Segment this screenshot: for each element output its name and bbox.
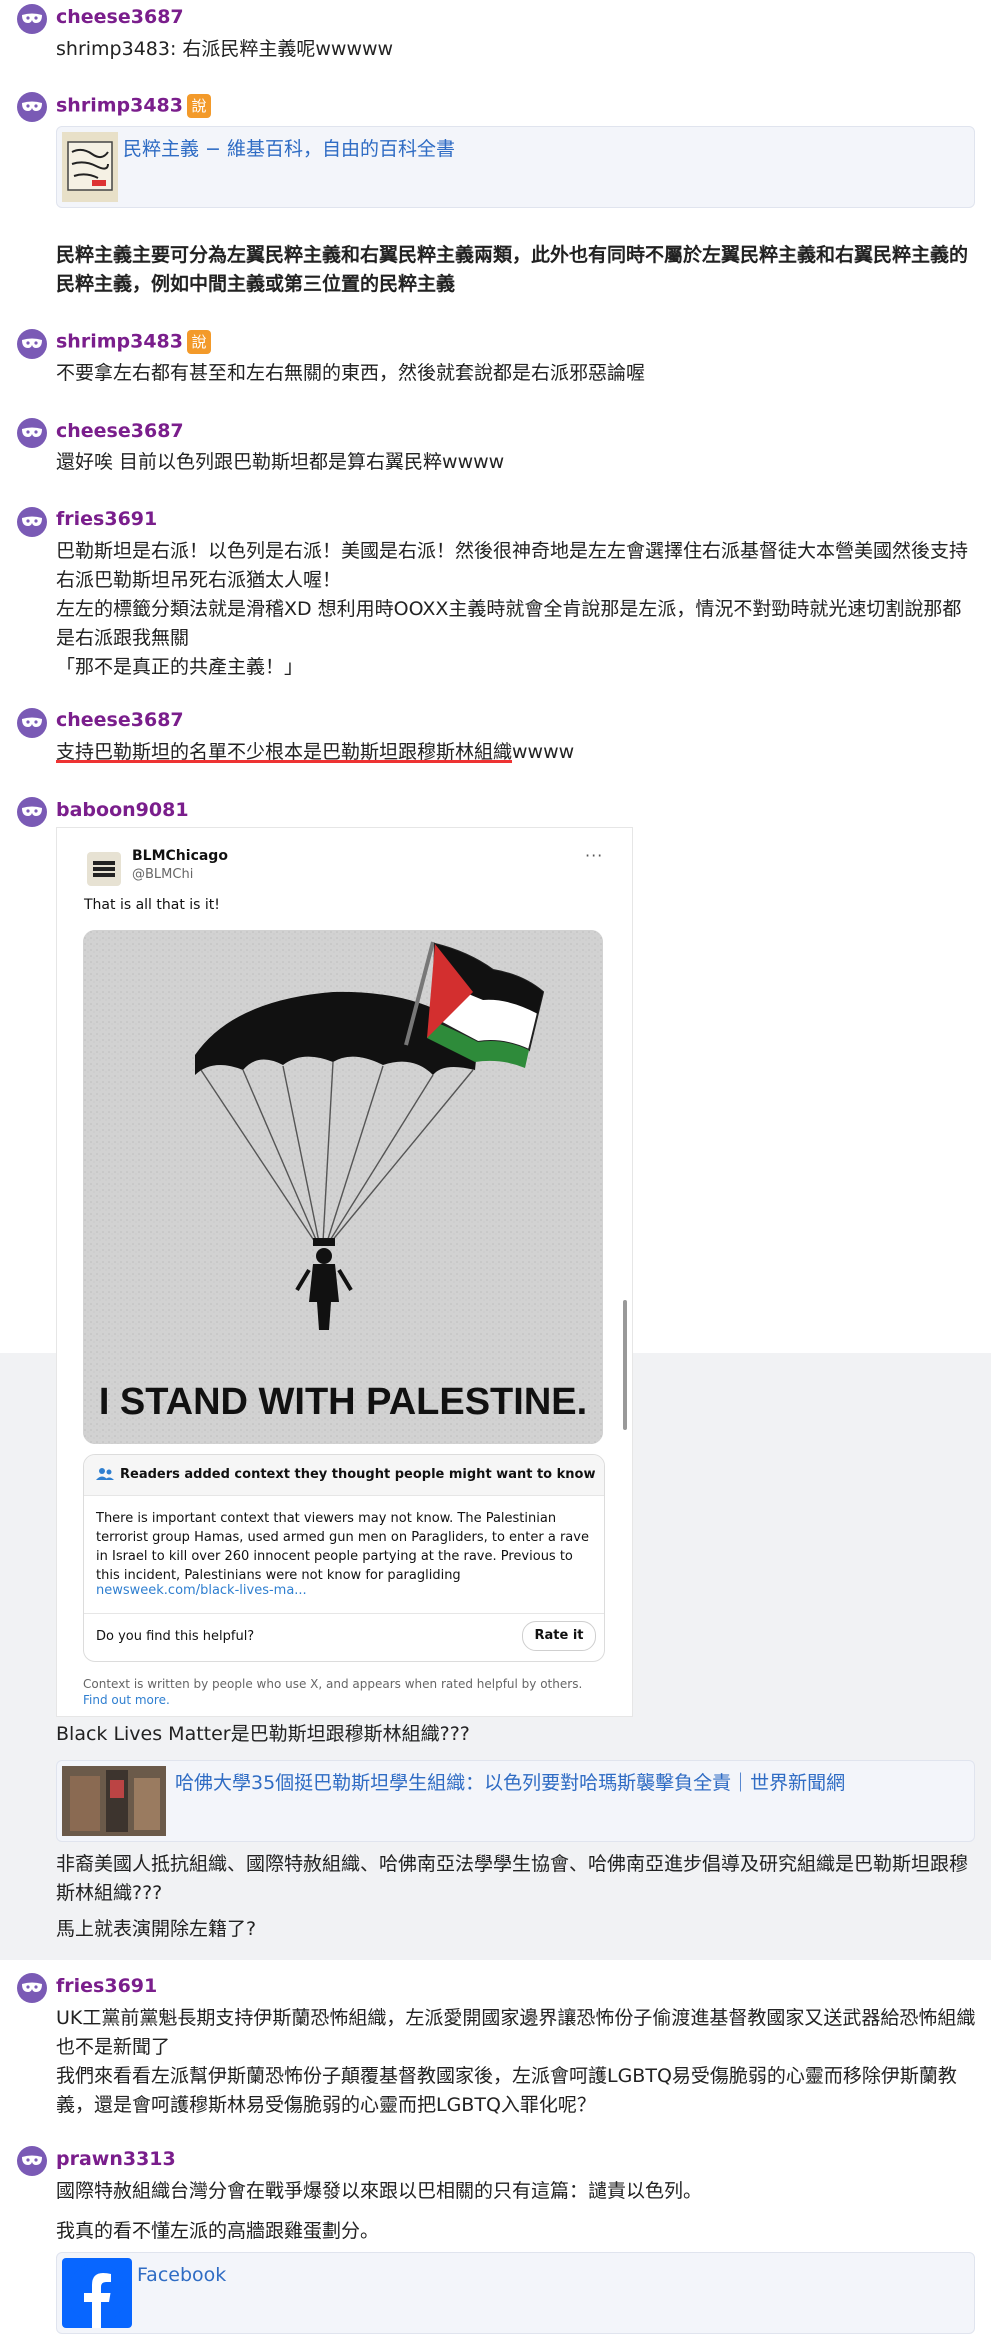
post-line: 我們來看看左派幫伊斯蘭恐怖份子顛覆基督教國家後，左派會呵護LGBTQ易受傷脆弱的… (56, 2065, 957, 2116)
note-link[interactable]: newsweek.com/black-lives-ma... (96, 1583, 307, 1598)
mask-icon (22, 13, 42, 23)
post-text: 非裔美國人抵抗組織、國際特赦組織、哈佛南亞法學學生協會、哈佛南亞進步倡導及研究組… (56, 1853, 969, 1904)
find-out-more-link[interactable]: Find out more. (83, 1693, 170, 1707)
avatar[interactable] (17, 329, 47, 359)
tweet-avatar[interactable] (87, 852, 121, 886)
mask-icon (22, 427, 42, 437)
post-line: 左左的標籤分類法就是滑稽XD 想利用時OOXX主義時就會全肯說那是左派，情況不對… (56, 598, 962, 649)
post-text: 支持巴勒斯坦的名單不少根本是巴勒斯坦跟穆斯林組織wwww (56, 738, 976, 767)
sign-photo-icon (67, 141, 113, 191)
avatar[interactable] (17, 2146, 47, 2176)
note-header: Readers added context they thought peopl… (84, 1455, 604, 1496)
username[interactable]: prawn3313 (56, 2148, 176, 2170)
scrollbar[interactable] (623, 1300, 627, 1430)
username[interactable]: fries3691 (56, 1975, 157, 1997)
post-text: Black Lives Matter是巴勒斯坦跟穆斯林組織??? (56, 1723, 470, 1745)
post-text-tail: wwww (512, 741, 575, 763)
post-text: 馬上就表演開除左籍了? (56, 1918, 257, 1940)
facebook-icon (62, 2258, 132, 2328)
mask-icon (22, 1982, 42, 1992)
avatar[interactable] (17, 92, 47, 122)
avatar[interactable] (17, 4, 47, 34)
mask-icon (22, 101, 42, 111)
username[interactable]: shrimp3483 說 (56, 330, 211, 354)
link-title[interactable]: Facebook (137, 2261, 226, 2289)
post-line: UK工黨前黨魁長期支持伊斯蘭恐怖組織，左派愛開國家邊界讓恐怖份子偷渡進基督教國家… (56, 2007, 976, 2058)
mask-icon (22, 338, 42, 348)
more-options-icon[interactable]: ··· (585, 846, 603, 865)
people-icon (96, 1468, 114, 1480)
avatar[interactable] (17, 797, 47, 827)
mask-icon (22, 717, 42, 727)
username[interactable]: cheese3687 (56, 420, 184, 442)
post-line: 巴勒斯坦是右派！以色列是右派！美國是右派！然後很神奇地是左左會選擇住右派基督徒大… (56, 540, 969, 591)
note-footer-text: Context is written by people who use X, … (83, 1677, 583, 1691)
tweet-author-handle[interactable]: @BLMChi (132, 867, 193, 882)
tweet-image[interactable]: I STAND WITH PALESTINE. (83, 930, 603, 1444)
link-title[interactable]: 哈佛大學35個挺巴勒斯坦學生組織：以色列要對哈瑪斯襲擊負全責｜世界新聞網 (175, 1769, 845, 1797)
avatar[interactable] (17, 418, 47, 448)
mask-icon (22, 806, 42, 816)
mask-icon (22, 2155, 42, 2165)
post-text: 還好唉 目前以色列跟巴勒斯坦都是算右翼民粹wwww (56, 451, 505, 473)
post-text: 不要拿左右都有甚至和左右無關的東西，然後就套說都是右派邪惡論喔 (56, 362, 646, 384)
post-text: shrimp3483: 右派民粹主義呢wwwww (56, 38, 394, 60)
avatar[interactable] (17, 1973, 47, 2003)
community-note: Readers added context they thought peopl… (83, 1454, 605, 1662)
link-preview[interactable]: 哈佛大學35個挺巴勒斯坦學生組織：以色列要對哈瑪斯襲擊負全責｜世界新聞網 (56, 1760, 975, 1842)
post-text: 巴勒斯坦是右派！以色列是右派！美國是右派！然後很神奇地是左左會選擇住右派基督徒大… (56, 537, 976, 682)
blm-logo-icon (93, 861, 115, 877)
rate-it-button[interactable]: Rate it (522, 1621, 596, 1651)
link-title[interactable]: 民粹主義 − 維基百科，自由的百科全書 (123, 135, 455, 163)
note-footer: Context is written by people who use X, … (83, 1676, 603, 1708)
link-thumbnail (62, 132, 118, 202)
tweet-author-name[interactable]: BLMChicago (132, 848, 228, 864)
helpful-question: Do you find this helpful? (96, 1629, 255, 1644)
divider (84, 1613, 604, 1614)
building-photo-icon (62, 1766, 166, 1836)
username[interactable]: shrimp3483 說 (56, 94, 211, 118)
image-slogan: I STAND WITH PALESTINE. (99, 1381, 587, 1423)
post-line: 「那不是真正的共產主義！」 (56, 656, 304, 678)
paraglider-illustration: I STAND WITH PALESTINE. (83, 930, 603, 1444)
note-body: There is important context that viewers … (96, 1511, 589, 1583)
post-text: UK工黨前黨魁長期支持伊斯蘭恐怖組織，左派愛開國家邊界讓恐怖份子偷渡進基督教國家… (56, 2004, 976, 2120)
link-preview[interactable]: 民粹主義 − 維基百科，自由的百科全書 (56, 126, 975, 208)
avatar[interactable] (17, 507, 47, 537)
username[interactable]: cheese3687 (56, 6, 184, 28)
avatar[interactable] (17, 708, 47, 738)
post-text: 我真的看不懂左派的高牆跟雞蛋劃分。 (56, 2220, 380, 2242)
link-preview[interactable]: Facebook (56, 2252, 975, 2334)
mask-icon (22, 516, 42, 526)
username[interactable]: cheese3687 (56, 709, 184, 731)
username[interactable]: baboon9081 (56, 799, 189, 821)
speech-badge: 說 (187, 94, 211, 118)
underlined-text: 支持巴勒斯坦的名單不少根本是巴勒斯坦跟穆斯林組織 (56, 741, 513, 763)
post-text: 民粹主義主要可分為左翼民粹主義和右翼民粹主義兩類，此外也有同時不屬於左翼民粹主義… (56, 244, 969, 295)
post-text: 國際特赦組織台灣分會在戰爭爆發以來跟以巴相關的只有這篇：譴責以色列。 (56, 2180, 703, 2202)
link-thumbnail (62, 1766, 166, 1836)
embedded-tweet[interactable]: BLMChicago @BLMChi ··· That is all that … (56, 827, 633, 1717)
speech-badge: 說 (187, 330, 211, 354)
note-title: Readers added context they thought peopl… (120, 1467, 596, 1482)
username-text[interactable]: shrimp3483 (56, 331, 183, 353)
tweet-text: That is all that is it! (84, 897, 220, 913)
username[interactable]: fries3691 (56, 508, 157, 530)
username-text[interactable]: shrimp3483 (56, 95, 183, 117)
